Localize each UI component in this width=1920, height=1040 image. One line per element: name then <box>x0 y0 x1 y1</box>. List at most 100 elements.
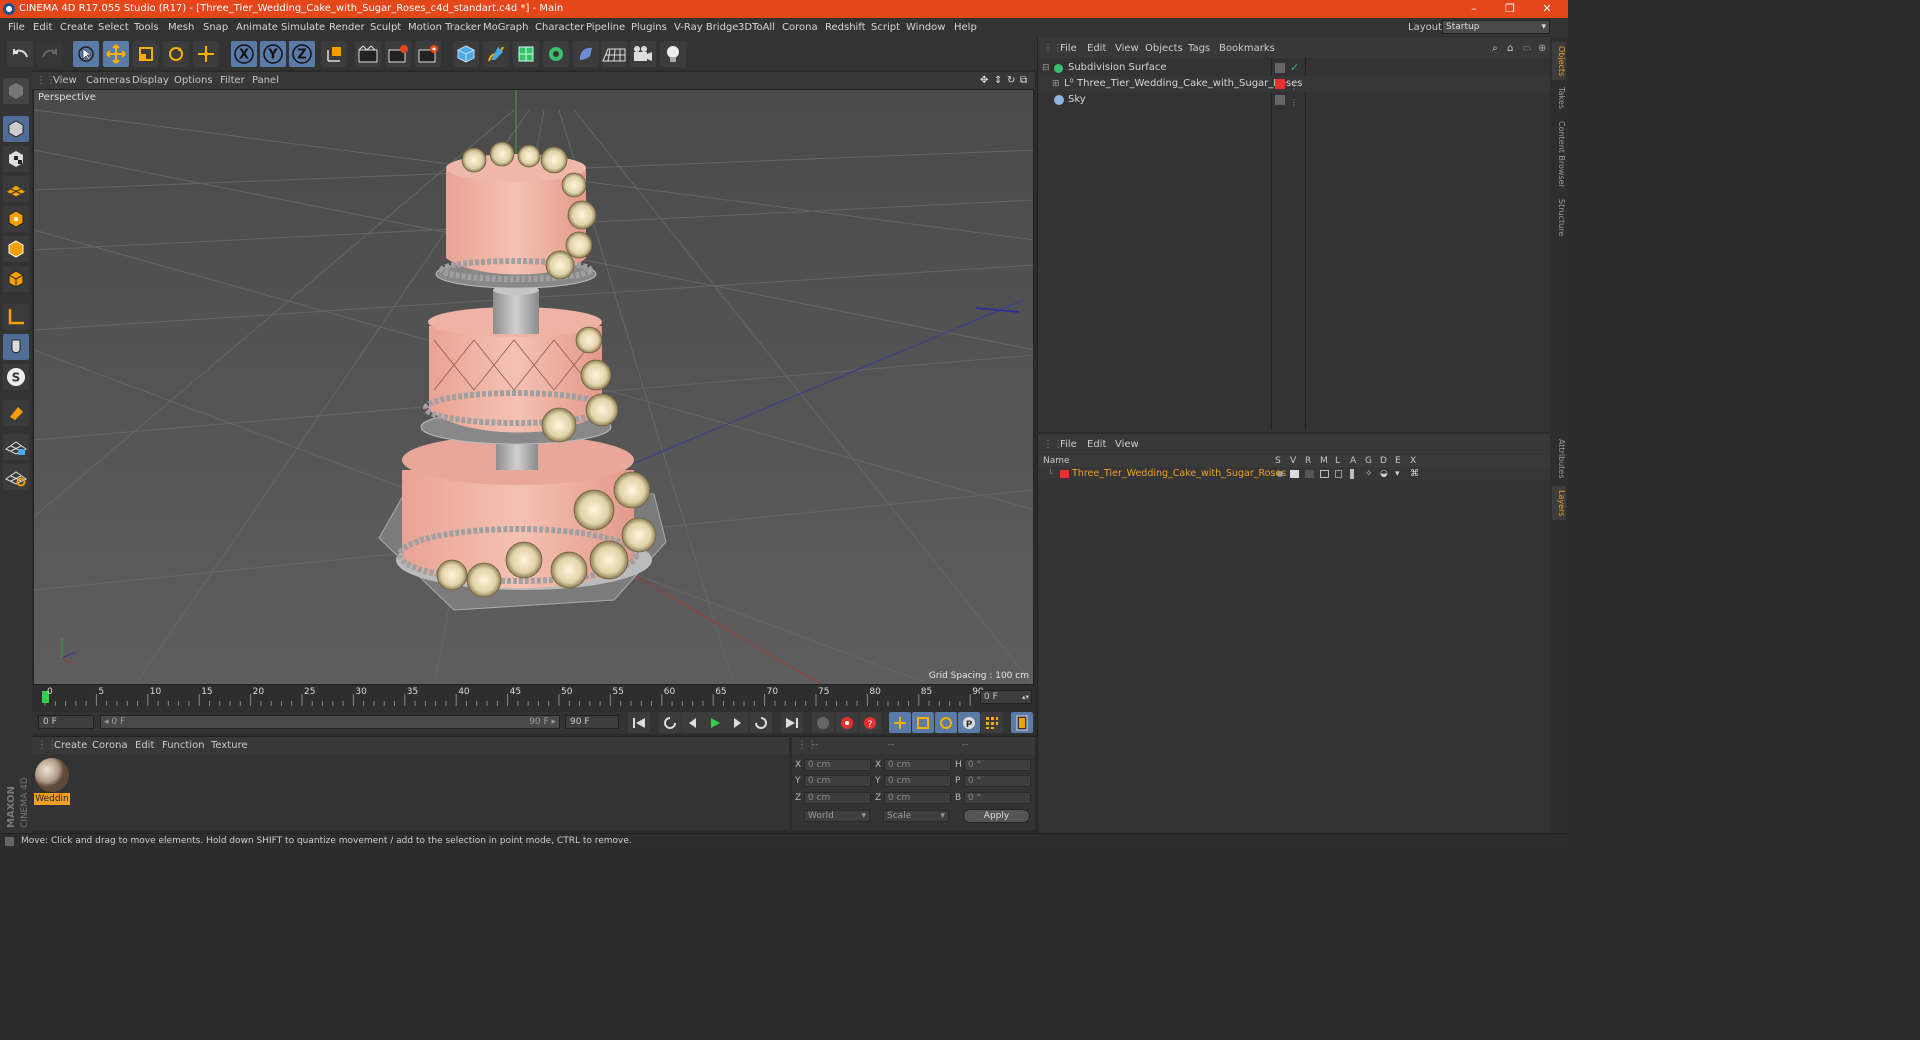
obj-menu-objects[interactable]: Objects <box>1145 43 1183 54</box>
redo-icon[interactable] <box>37 41 63 67</box>
cube-icon[interactable] <box>453 41 479 67</box>
layer-color-tag[interactable] <box>1275 79 1285 89</box>
pen-icon[interactable] <box>483 41 509 67</box>
tab-attributes[interactable]: Attributes <box>1552 436 1566 482</box>
prev-key-icon[interactable] <box>659 712 681 733</box>
live-select-icon[interactable] <box>193 41 219 67</box>
timeline-window-icon[interactable] <box>1011 712 1033 733</box>
enabled-check-icon[interactable]: ✓ <box>1290 60 1299 76</box>
world-select[interactable]: World ▾ <box>804 810 870 822</box>
edges-mode-icon[interactable] <box>3 236 29 262</box>
edit-tag-icon[interactable] <box>1275 95 1285 105</box>
lock-grid-icon[interactable] <box>3 434 29 460</box>
material-swatch[interactable]: Weddin <box>34 757 70 805</box>
obj-menu-tags[interactable]: Tags <box>1188 43 1210 54</box>
layer-menu-view[interactable]: View <box>1115 439 1139 450</box>
layer-color-swatch[interactable] <box>1060 470 1069 478</box>
subdivision-icon[interactable] <box>513 41 539 67</box>
step-back-icon[interactable] <box>682 712 704 733</box>
mat-menu-texture[interactable]: Texture <box>211 740 248 751</box>
lock-icon[interactable] <box>1335 470 1342 478</box>
menu-sculpt[interactable]: Sculpt <box>370 18 401 38</box>
edit-render-settings-icon[interactable] <box>415 41 441 67</box>
tweak-icon[interactable] <box>3 334 29 360</box>
texture-mode-icon[interactable] <box>3 146 29 172</box>
key-pla-icon[interactable] <box>981 712 1003 733</box>
perspective-viewport[interactable]: Perspective Grid Spacing : 100 cm <box>33 89 1034 685</box>
preview-range-slider[interactable]: ◂ 0 F 90 F ▸ <box>100 715 560 729</box>
manager-icon[interactable] <box>1320 470 1329 478</box>
model-mode-icon[interactable] <box>3 116 29 142</box>
object-row-subdivision[interactable]: ⊟ Subdivision Surface ✓ <box>1038 60 1551 76</box>
new-window-icon[interactable]: ▭ <box>1522 43 1531 54</box>
obj-menu-file[interactable]: File <box>1060 43 1077 54</box>
menu-motion-tracker[interactable]: Motion Tracker <box>408 18 481 38</box>
rot-h-field[interactable]: 0 ° <box>964 759 1031 771</box>
vp-menu-cameras[interactable]: Cameras <box>86 72 130 89</box>
menu-edit[interactable]: Edit <box>33 18 52 38</box>
menu-render[interactable]: Render <box>329 18 365 38</box>
scale-icon[interactable] <box>133 41 159 67</box>
x-axis-icon[interactable]: X <box>231 41 257 67</box>
menu-select[interactable]: Select <box>98 18 129 38</box>
select-icon[interactable] <box>73 41 99 67</box>
rot-p-field[interactable]: 0 ° <box>964 775 1031 787</box>
polygons-mode-icon[interactable] <box>3 266 29 292</box>
menu-file[interactable]: File <box>8 18 25 38</box>
menu-create[interactable]: Create <box>60 18 93 38</box>
record-icon[interactable] <box>836 712 858 733</box>
render-picture-queue-icon[interactable] <box>385 41 411 67</box>
edit-tag-icon[interactable] <box>1275 63 1285 73</box>
minimize-button[interactable]: – <box>1457 0 1491 18</box>
mat-menu-edit[interactable]: Edit <box>135 740 154 751</box>
floor-icon[interactable] <box>601 41 627 67</box>
home-icon[interactable]: ⌂ <box>1507 43 1513 54</box>
menu-3dtoall[interactable]: 3DToAll <box>738 18 775 38</box>
pos-x-field[interactable]: 0 cm <box>804 759 871 771</box>
key-position-icon[interactable] <box>889 712 911 733</box>
tab-objects[interactable]: Objects <box>1552 42 1566 80</box>
make-editable-icon[interactable] <box>3 78 29 104</box>
rotate-icon[interactable] <box>163 41 189 67</box>
end-frame-field[interactable]: 90 F <box>565 715 619 729</box>
menu-redshift[interactable]: Redshift <box>825 18 866 38</box>
obj-menu-edit[interactable]: Edit <box>1087 43 1106 54</box>
menu-corona[interactable]: Corona <box>782 18 818 38</box>
tab-layers[interactable]: Layers <box>1552 486 1566 520</box>
apply-button[interactable]: Apply <box>963 809 1030 823</box>
search-icon[interactable]: ⌕ <box>1492 43 1498 54</box>
close-button[interactable]: ✕ <box>1530 0 1564 18</box>
collapse-icon[interactable]: ⊟ <box>1042 60 1050 76</box>
object-row-cake[interactable]: ⊞ L⁰ Three_Tier_Wedding_Cake_with_Sugar_… <box>1038 76 1551 92</box>
undo-icon[interactable] <box>7 41 33 67</box>
z-axis-icon[interactable]: Z <box>289 41 315 67</box>
visibility-dots-icon[interactable]: ⋮ <box>1290 95 1298 111</box>
menu-snap[interactable]: Snap <box>203 18 228 38</box>
workplane-icon[interactable] <box>3 176 29 202</box>
obj-menu-view[interactable]: View <box>1115 43 1139 54</box>
timeline-ruler[interactable]: 0 5 10 15 20 25 30 35 40 45 50 55 60 65 70 75 80 85 90 0 F… <box>32 686 1035 712</box>
deformers-icon[interactable]: ◒ <box>1380 467 1388 481</box>
pos-z-field[interactable]: 0 cm <box>804 792 871 804</box>
visible-eye-icon[interactable] <box>1290 470 1299 478</box>
points-mode-icon[interactable] <box>3 206 29 232</box>
key-param-icon[interactable]: P <box>958 712 980 733</box>
menu-help[interactable]: Help <box>954 18 977 38</box>
deformer-icon[interactable] <box>573 41 599 67</box>
layer-row[interactable]: └ Three_Tier_Wedding_Cake_with_Sugar_Ros… <box>1038 467 1551 481</box>
size-z-field[interactable]: 0 cm <box>884 792 951 804</box>
generators-icon[interactable]: ✧ <box>1365 467 1373 481</box>
tab-takes[interactable]: Takes <box>1552 84 1566 112</box>
menu-character[interactable]: Character <box>535 18 584 38</box>
vp-menu-filter[interactable]: Filter <box>220 72 245 89</box>
restore-button[interactable]: ❐ <box>1493 0 1527 18</box>
viewport-maximize-icon[interactable]: ⧉ <box>1020 72 1027 89</box>
menu-animate[interactable]: Animate <box>236 18 278 38</box>
size-x-field[interactable]: 0 cm <box>884 759 951 771</box>
go-to-end-icon[interactable] <box>781 712 803 733</box>
snap-grid-icon[interactable] <box>3 464 29 490</box>
menu-plugins[interactable]: Plugins <box>631 18 667 38</box>
viewport-rotate-icon[interactable]: ↻ <box>1007 72 1015 89</box>
move-icon[interactable] <box>103 41 129 67</box>
obj-menu-bookmarks[interactable]: Bookmarks <box>1219 43 1275 54</box>
